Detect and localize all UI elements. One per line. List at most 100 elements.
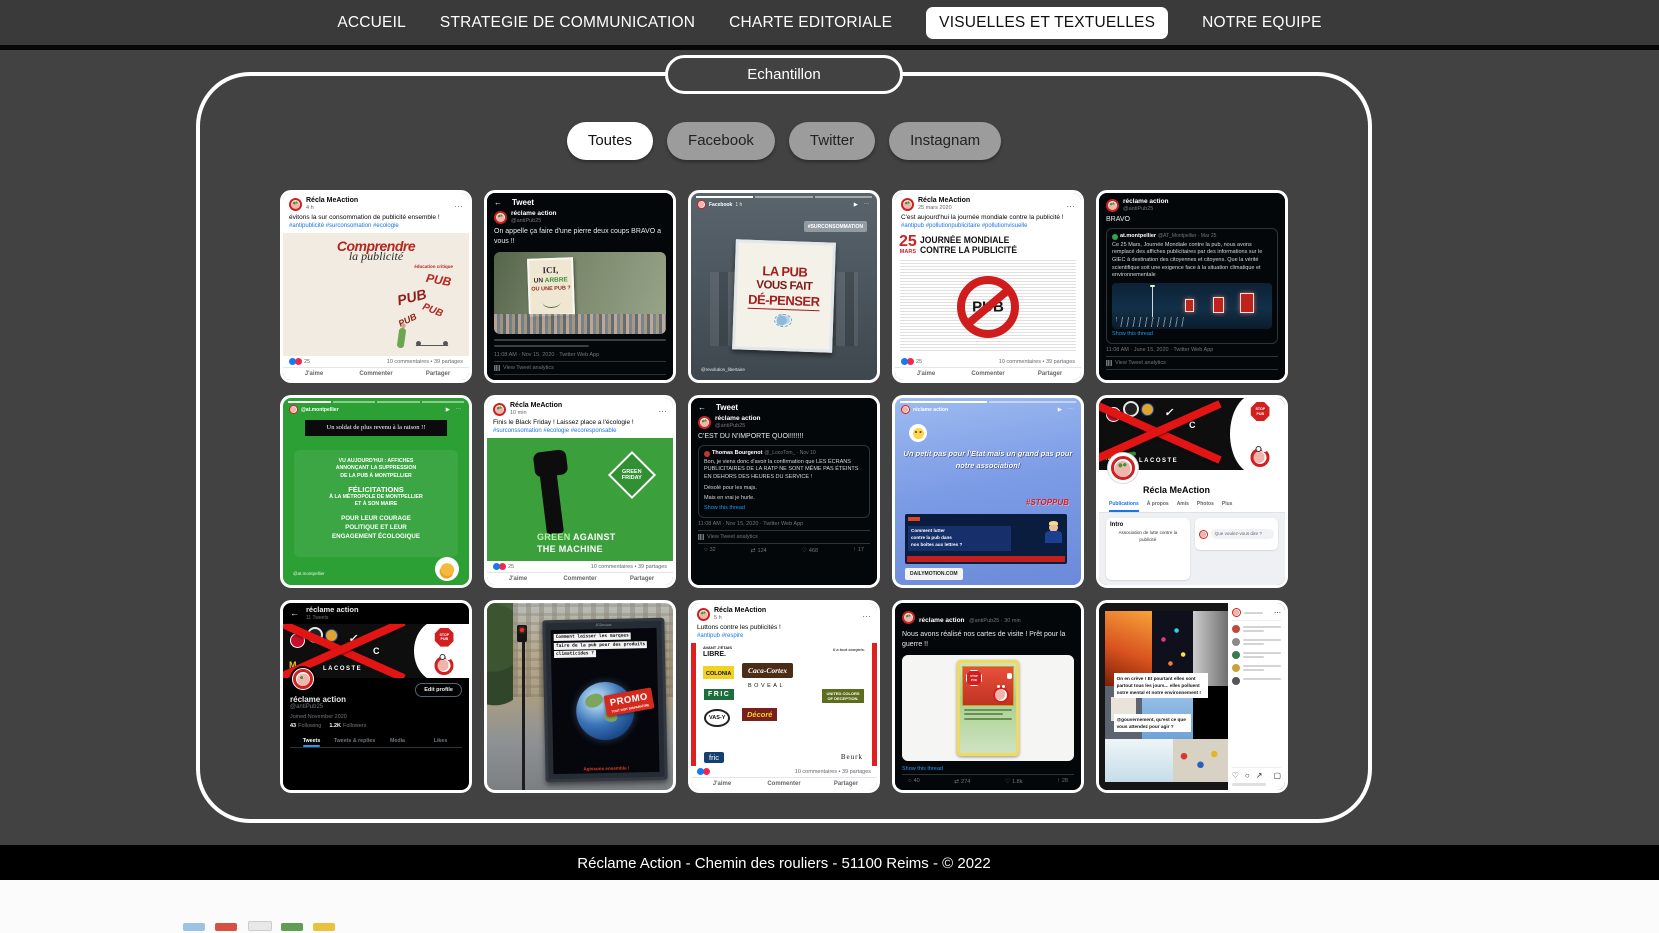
traffic-light-pole <box>522 637 525 790</box>
post-text: C'est aujourd'hui la journée mondiale co… <box>895 213 1081 223</box>
news-video-thumbnail: Comment lutter contre la pub dans nos bo… <box>905 514 1067 564</box>
melting-ice-tile <box>1105 739 1173 782</box>
share-comment-count: 10 commentaires • 39 partages <box>999 359 1075 365</box>
story-banner-text: Un soldat de plus revenu à la raison !! <box>305 420 447 436</box>
nav-item-strategie[interactable]: STRATEGIE DE COMMUNICATION <box>440 14 695 32</box>
story-author: Facebook <box>709 202 732 208</box>
analytics-icon <box>494 365 500 371</box>
filter-bar: Toutes Facebook Twitter Instagnam <box>200 122 1368 160</box>
analytics-icon <box>1106 360 1112 366</box>
brain-mascot <box>435 656 454 675</box>
person-drawing <box>397 328 407 349</box>
filter-toutes[interactable]: Toutes <box>567 122 653 160</box>
retweet-count: 274 <box>954 778 970 785</box>
love-reaction-icon <box>295 358 302 365</box>
post-meta: 10 min <box>510 410 562 416</box>
tab-replies: Tweets & replies <box>333 735 376 747</box>
like-count: 1.8k <box>1005 778 1023 785</box>
twitter-post-card-2[interactable]: réclame action @antiPub25 BRAVO at.montp… <box>1096 190 1288 383</box>
twitter-post-card-4[interactable]: réclame action @antiPub25 · 30 min Nous … <box>892 600 1084 793</box>
street-trees <box>487 603 513 719</box>
parody-logo: BOVEAL <box>748 683 785 689</box>
photo-card-billboard[interactable]: JCDecaux Comment laisser les marques fai… <box>484 600 676 793</box>
page-content: Echantillon Toutes Facebook Twitter Inst… <box>0 72 1568 823</box>
instagram-post-card[interactable]: On en crève ! Et pourtant elles sont par… <box>1096 600 1288 793</box>
stop-pub-sign: STOP PUB <box>1251 402 1270 421</box>
parody-logo: VAS-Y <box>704 709 730 727</box>
joined-date: Joined November 2020 <box>290 714 462 720</box>
parody-logo: Décoré <box>742 708 777 721</box>
tab-apropos: À propos <box>1147 501 1169 512</box>
stoppub-hashtag: #STOPPUB <box>1026 498 1069 507</box>
analytics-link: View Tweet analytics <box>1115 360 1166 366</box>
taskbar-sliver <box>0 880 1659 933</box>
like-reaction-icon <box>697 768 704 775</box>
share-comment-count: 10 commentaires • 39 partages <box>387 359 463 365</box>
story-progress-bar <box>696 196 872 198</box>
parody-logo: COLONIA <box>703 666 734 679</box>
post-image: 25 MARS JOURNÉE MONDIALE CONTRE LA PUBLI… <box>895 233 1081 356</box>
analytics-link: View Tweet analytics <box>707 534 758 540</box>
story-author: @at.montpellier <box>301 407 339 413</box>
collage-caption-1: On en crève ! Et pourtant elles sont par… <box>1114 673 1208 698</box>
tweet-text: On appelle ça faire d'une pierre deux co… <box>494 227 666 246</box>
nav-item-charte[interactable]: CHARTE EDITORIALE <box>729 14 892 32</box>
parody-logo: UNITED COLORS OF DECEPTION. <box>822 689 864 703</box>
ad-panel <box>1240 293 1254 313</box>
page-avatar <box>697 608 710 621</box>
nav-item-accueil[interactable]: ACCUEIL <box>337 14 406 32</box>
facebook-post-card-1[interactable]: Récla MeAction 4 h … évitons la sur cons… <box>280 190 472 383</box>
parody-logo: Beurk <box>841 753 863 761</box>
tweet-photo: ICI, UN ARBRE OU UNE PUB ? <box>494 252 666 334</box>
hashtag-sticker: #SURCONSOMMATION <box>804 221 867 232</box>
post-image: AVANT J'ÉTAISLIBRE. Il a tout compris. C… <box>691 643 877 766</box>
back-icon: ← <box>494 198 502 207</box>
story-progress-bar <box>288 401 464 403</box>
taskbar-icon <box>281 923 303 931</box>
instagram-story-card-3[interactable]: réclame action ▶ ⋯ Un petit pas pour l'E… <box>892 395 1084 588</box>
share-count: 17 <box>853 547 864 554</box>
comment-button: Commenter <box>957 371 1019 377</box>
taskbar-icon <box>248 921 272 931</box>
brain-mascot <box>1251 448 1270 467</box>
account-handle: @antiPub25 <box>1123 206 1169 213</box>
photo-caption-line <box>494 339 666 341</box>
filter-twitter[interactable]: Twitter <box>789 122 875 160</box>
profile-avatar <box>290 666 316 692</box>
brain-doodle <box>774 313 792 327</box>
show-thread-link: Show this thread <box>902 766 1074 772</box>
parody-logo: FRIC <box>704 689 734 700</box>
like-reaction-icon <box>493 563 500 570</box>
account-name: réclame action <box>511 210 557 218</box>
filter-instagram[interactable]: Instagnam <box>889 122 1001 160</box>
facebook-post-card-3[interactable]: Récla MeAction 10 min … Finis le Black F… <box>484 395 676 588</box>
trading-card-photo: STOP PUB <box>902 655 1074 761</box>
twitter-post-card-3[interactable]: ← Tweet réclame action @antiPub25 C'EST … <box>688 395 880 588</box>
nav-item-visuelles[interactable]: VISUELLES ET TEXTUELLES <box>926 7 1168 39</box>
carrefour-logo: C <box>373 646 380 656</box>
twitter-post-card-1[interactable]: ← Tweet réclame action @antiPub25 On app… <box>484 190 676 383</box>
post-image: GREEN FRIDAY GREEN AGAINST THE MACHINE <box>487 438 673 561</box>
instagram-story-card-2[interactable]: @at.montpellier ▶ ⋯ Un soldat de plus re… <box>280 395 472 588</box>
composer-box: Que voulez-vous dire ? <box>1195 518 1278 550</box>
facebook-profile-card[interactable]: ✓ C M LACOSTE STOP PUB <box>1096 395 1288 588</box>
analytics-link: View Tweet analytics <box>503 365 554 371</box>
nike-logo: ✓ <box>1164 406 1176 419</box>
filter-facebook[interactable]: Facebook <box>667 122 775 160</box>
reaction-count: 25 <box>508 564 514 570</box>
lacoste-wordmark: LACOSTE <box>1139 458 1178 464</box>
nav-item-equipe[interactable]: NOTRE EQUIPE <box>1202 14 1322 32</box>
twitter-profile-card[interactable]: ← réclame action 11 Tweets ✓ C <box>280 600 472 793</box>
tweet-count: 11 Tweets <box>306 615 359 621</box>
facebook-post-card-4[interactable]: Récla MeAction 5 h … Luttons contre les … <box>688 600 880 793</box>
sample-title: Echantillon <box>665 55 903 94</box>
comment-button: Commenter <box>345 371 407 377</box>
sample-frame: Echantillon Toutes Facebook Twitter Inst… <box>196 72 1372 823</box>
back-icon: ← <box>698 403 706 412</box>
story-progress-bar <box>900 401 1076 403</box>
instagram-story-card-1[interactable]: Facebook 1 h ▶ ⋯ #SURCONSOMMATION LA PUB… <box>688 190 880 383</box>
comment-row <box>1232 625 1281 634</box>
billboard: JCDecaux Comment laisser les marques fai… <box>542 618 667 783</box>
facebook-post-card-2[interactable]: Récla MeAction 25 mars 2020 … C'est aujo… <box>892 190 1084 383</box>
story-credit: @at.montpellier <box>293 571 325 576</box>
